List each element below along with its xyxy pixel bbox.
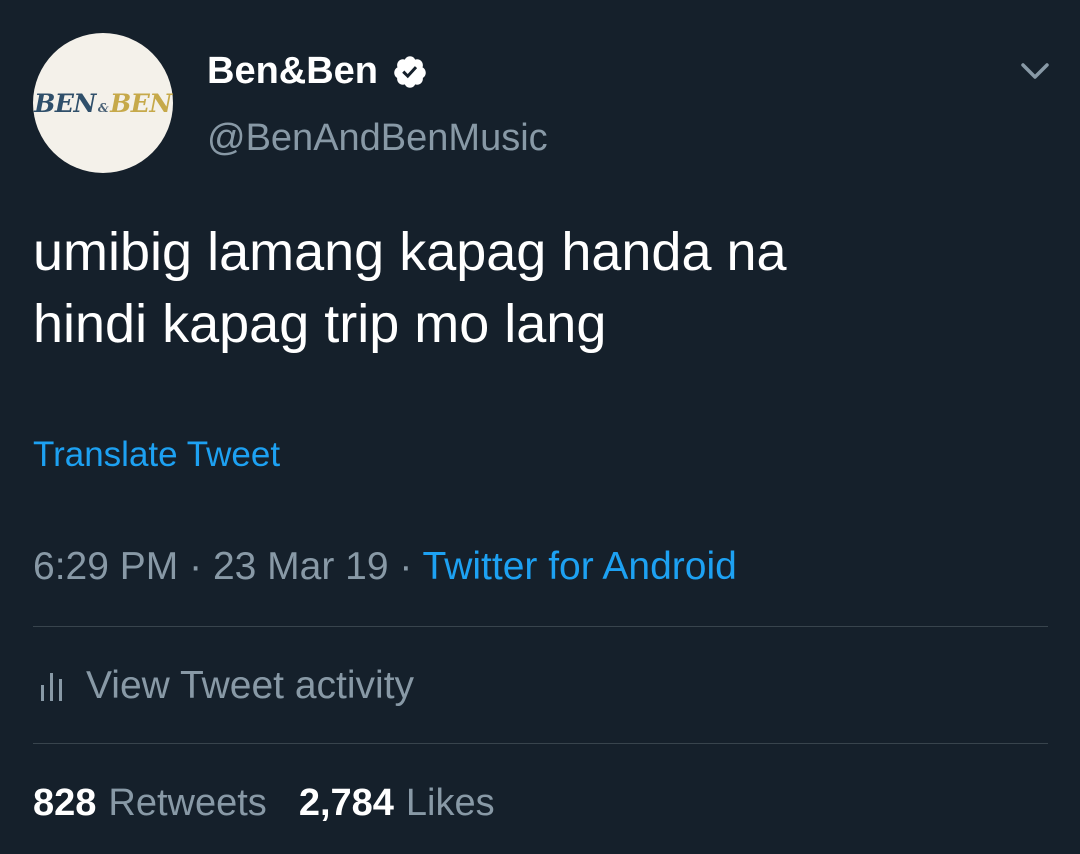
avatar[interactable]: BEN &BEN <box>33 33 173 173</box>
retweets-stat[interactable]: 828 Retweets <box>33 782 267 825</box>
meta-separator: · <box>189 545 203 588</box>
tweet-stats: 828 Retweets 2,784 Likes <box>33 782 527 825</box>
tweet-text: umibig lamang kapag handa na hindi kapag… <box>33 216 1033 360</box>
likes-stat[interactable]: 2,784 Likes <box>299 782 495 825</box>
tweet-time: 6:29 PM <box>33 545 179 588</box>
retweets-count: 828 <box>33 782 97 824</box>
verified-badge-icon <box>394 55 426 88</box>
avatar-logo: BEN &BEN <box>34 88 172 118</box>
tweet-detail: BEN &BEN Ben&Ben @BenAndBenMusic umibig l… <box>0 0 1080 854</box>
view-tweet-activity-button[interactable]: View Tweet activity <box>38 664 414 708</box>
meta-separator: · <box>399 545 413 588</box>
author-name-row[interactable]: Ben&Ben <box>207 50 428 93</box>
author-handle[interactable]: @BenAndBenMusic <box>207 117 548 160</box>
divider <box>33 626 1048 627</box>
view-tweet-activity-label: View Tweet activity <box>86 664 415 707</box>
likes-count: 2,784 <box>298 782 394 824</box>
retweets-label: Retweets <box>108 782 267 824</box>
tweet-source-link[interactable]: Twitter for Android <box>423 545 737 588</box>
translate-tweet-link[interactable]: Translate Tweet <box>33 435 280 475</box>
avatar-logo-word-a: BEN <box>34 88 96 118</box>
tweet-text-line: umibig lamang kapag handa na <box>33 222 787 282</box>
avatar-logo-amp: & <box>97 100 109 115</box>
likes-label: Likes <box>405 782 495 824</box>
bar-chart-icon <box>41 673 62 701</box>
divider <box>33 743 1048 744</box>
tweet-date: 23 Mar 19 <box>212 545 389 588</box>
author-name[interactable]: Ben&Ben <box>207 50 378 93</box>
avatar-logo-word-b: BEN <box>110 88 172 118</box>
tweet-text-line: hindi kapag trip mo lang <box>33 294 607 354</box>
chevron-down-icon[interactable] <box>1019 58 1051 84</box>
tweet-meta: 6:29 PM · 23 Mar 19 · Twitter for Androi… <box>33 545 737 589</box>
